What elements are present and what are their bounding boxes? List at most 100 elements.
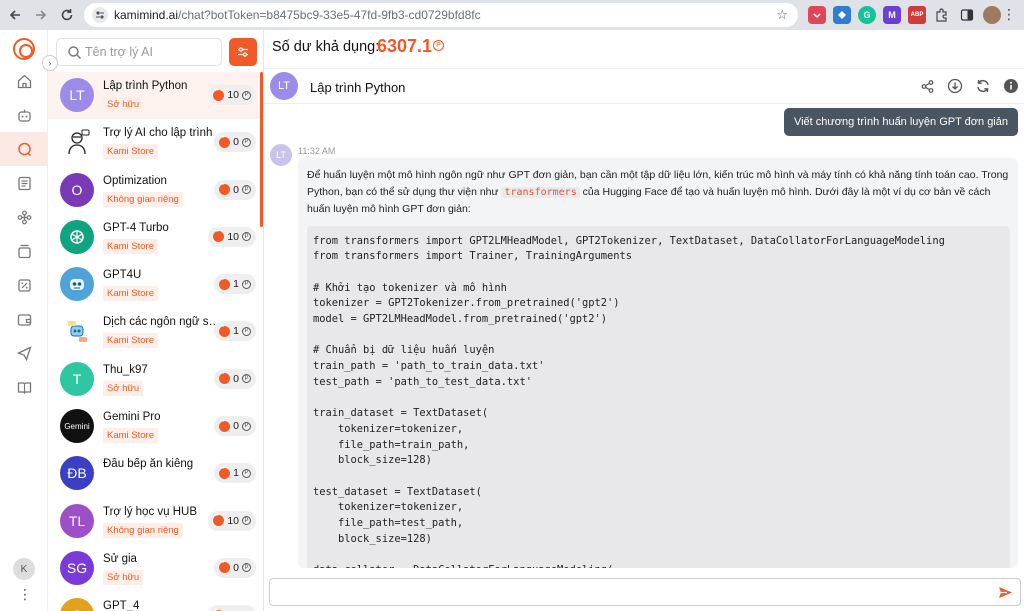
bot-list-item[interactable]: SG Sử gia Sở hữu 0P (48, 545, 263, 592)
bot-name: Đầu bếp ăn kiêng (103, 458, 194, 471)
archive-icon[interactable] (0, 234, 48, 268)
bot-cost-badge: 10P (208, 605, 256, 611)
bot-list-item[interactable]: T Thu_k97 Sở hữu 0P (48, 356, 263, 403)
mate-icon[interactable]: M (883, 6, 901, 24)
user-avatar[interactable]: K (13, 558, 35, 580)
point-coin-icon: P (242, 421, 251, 431)
sliders-icon (238, 47, 248, 57)
bot-avatar: T (60, 361, 94, 396)
chat-bubble-icon (213, 229, 225, 243)
code-block[interactable]: from transformers import GPT2LMHeadModel… (307, 225, 1010, 568)
bot-cost-badge: 1P (214, 321, 256, 342)
bot-cost-value: 10 (227, 514, 239, 527)
inline-code: transformers (501, 186, 580, 198)
bot-list-item[interactable]: Dịch các ngôn ngữ sa... Kami Store 1P (48, 308, 263, 355)
point-coin-icon: P (242, 468, 251, 478)
list-scroll-indicator[interactable] (260, 72, 263, 227)
bot-list-item[interactable]: LT Lập trình Python Sở hữu 10P (48, 72, 263, 120)
bot-name: Thu_k97 (103, 363, 148, 376)
bot-search-input[interactable]: Tên trợ lý AI (56, 38, 222, 66)
point-coin-icon: P (242, 137, 251, 147)
bookmark-star-icon[interactable]: ☆ (776, 7, 788, 23)
kamimind-logo-icon[interactable] (13, 38, 35, 60)
reload-icon[interactable] (56, 4, 78, 26)
balance-label: Số dư khả dụng: (272, 39, 380, 55)
bot-cost-value: 0 (233, 372, 239, 385)
bot-cost-badge: 10P (208, 85, 256, 105)
bot-store-icon[interactable] (0, 98, 48, 132)
guide-book-icon[interactable] (0, 370, 48, 404)
chat-bot-avatar: LT (270, 72, 298, 100)
extensions-puzzle-icon[interactable] (933, 6, 951, 24)
search-icon (67, 45, 82, 63)
bot-list-item[interactable]: Trợ lý AI cho lập trình Kami Store 0P (48, 119, 263, 166)
bot-list-item[interactable]: GPT-4 Turbo Kami Store 10P (48, 214, 263, 261)
translate-icon[interactable] (833, 6, 851, 24)
more-options-icon[interactable]: ⋮ (18, 586, 32, 603)
bot-name: GPT-4 Turbo (103, 221, 169, 234)
bot-cost-value: 10 (227, 89, 239, 101)
integrations-icon[interactable] (0, 200, 48, 234)
info-icon[interactable] (1002, 77, 1020, 95)
chat-icon[interactable] (0, 132, 48, 166)
robot-avatar-icon (60, 267, 94, 302)
bot-list-item[interactable]: TL Trợ lý học vụ HUB Không gian riêng 10P (48, 498, 263, 545)
site-settings-icon[interactable] (92, 7, 108, 23)
chat-bubble-icon (219, 182, 231, 196)
forward-icon[interactable] (30, 4, 52, 26)
adblock-icon[interactable]: ABP (908, 6, 926, 24)
chat-bubble-icon (219, 135, 231, 148)
point-coin-icon: P (242, 516, 251, 526)
bot-name: Trợ lý học vụ HUB (103, 505, 198, 518)
back-icon[interactable] (4, 4, 26, 26)
refresh-icon[interactable] (974, 77, 992, 95)
discount-icon[interactable] (0, 268, 48, 302)
point-coin-icon: P (242, 185, 251, 195)
profile-icon[interactable] (983, 6, 1001, 24)
bot-list-item[interactable]: Gemini Gemini Pro Kami Store 0P (48, 403, 263, 450)
bot-response: Để huấn luyện một mô hình ngôn ngữ như G… (298, 158, 1018, 568)
grammarly-icon[interactable]: G (858, 6, 876, 24)
collapse-sidebar-chevron-icon[interactable]: › (42, 55, 58, 71)
point-coin-icon: P (242, 279, 251, 289)
bot-tag-badge: Kami Store (103, 428, 158, 444)
bot-tag-badge: Kami Store (103, 144, 158, 160)
url-host: kamimind.ai (114, 8, 179, 22)
chat-title: Lập trình Python (310, 80, 406, 95)
bot-name: Trợ lý AI cho lập trình (103, 127, 213, 140)
document-list-icon[interactable] (0, 166, 48, 200)
chat-bubble-icon (219, 419, 231, 432)
message-input[interactable] (269, 578, 1021, 606)
send-icon[interactable] (997, 584, 1014, 604)
chat-bubble-icon (219, 277, 231, 290)
sidepanel-icon[interactable] (958, 6, 976, 24)
bot-cost-badge: 0P (214, 179, 256, 200)
address-bar[interactable]: kamimind.ai/chat?botToken=b8475bc9-33e5-… (84, 3, 798, 27)
bot-list-item[interactable]: GPT4U Kami Store 1P (48, 261, 263, 308)
pocket-icon[interactable] (808, 6, 826, 24)
bot-list-item[interactable]: ĐB Đầu bếp ăn kiêng 1P (48, 450, 263, 497)
bot-avatar: SG (60, 550, 94, 585)
bot-avatar: G (60, 598, 94, 611)
gemini-icon: Gemini (60, 409, 94, 444)
bot-list-item[interactable]: G GPT_4 10P (48, 592, 263, 611)
share-icon[interactable] (918, 77, 936, 95)
bot-tag-badge: Sở hữu (103, 569, 144, 585)
bot-name: Gemini Pro (103, 411, 161, 424)
bot-list-item[interactable]: O Optimization Không gian riêng 0P (48, 167, 263, 214)
bot-tag-badge: Không gian riêng (103, 522, 183, 538)
filter-button[interactable] (229, 38, 257, 66)
download-icon[interactable] (946, 77, 964, 95)
wallet-icon[interactable] (0, 302, 48, 336)
bot-cost-badge: 1P (214, 463, 256, 484)
home-icon[interactable] (0, 64, 48, 98)
chat-bubble-icon (213, 513, 225, 527)
bot-cost-badge: 0P (214, 416, 256, 437)
openai-icon (60, 219, 94, 254)
browser-menu-icon[interactable]: ⋮ (1002, 7, 1016, 21)
bot-cost-badge: 0P (214, 557, 256, 578)
point-coin-icon: P (242, 90, 251, 100)
bot-cost-value: 1 (233, 278, 239, 291)
chat-area: Số dư khả dụng: 6307.1 P LT Lập trình Py… (264, 30, 1024, 611)
send-feedback-icon[interactable] (0, 336, 48, 370)
